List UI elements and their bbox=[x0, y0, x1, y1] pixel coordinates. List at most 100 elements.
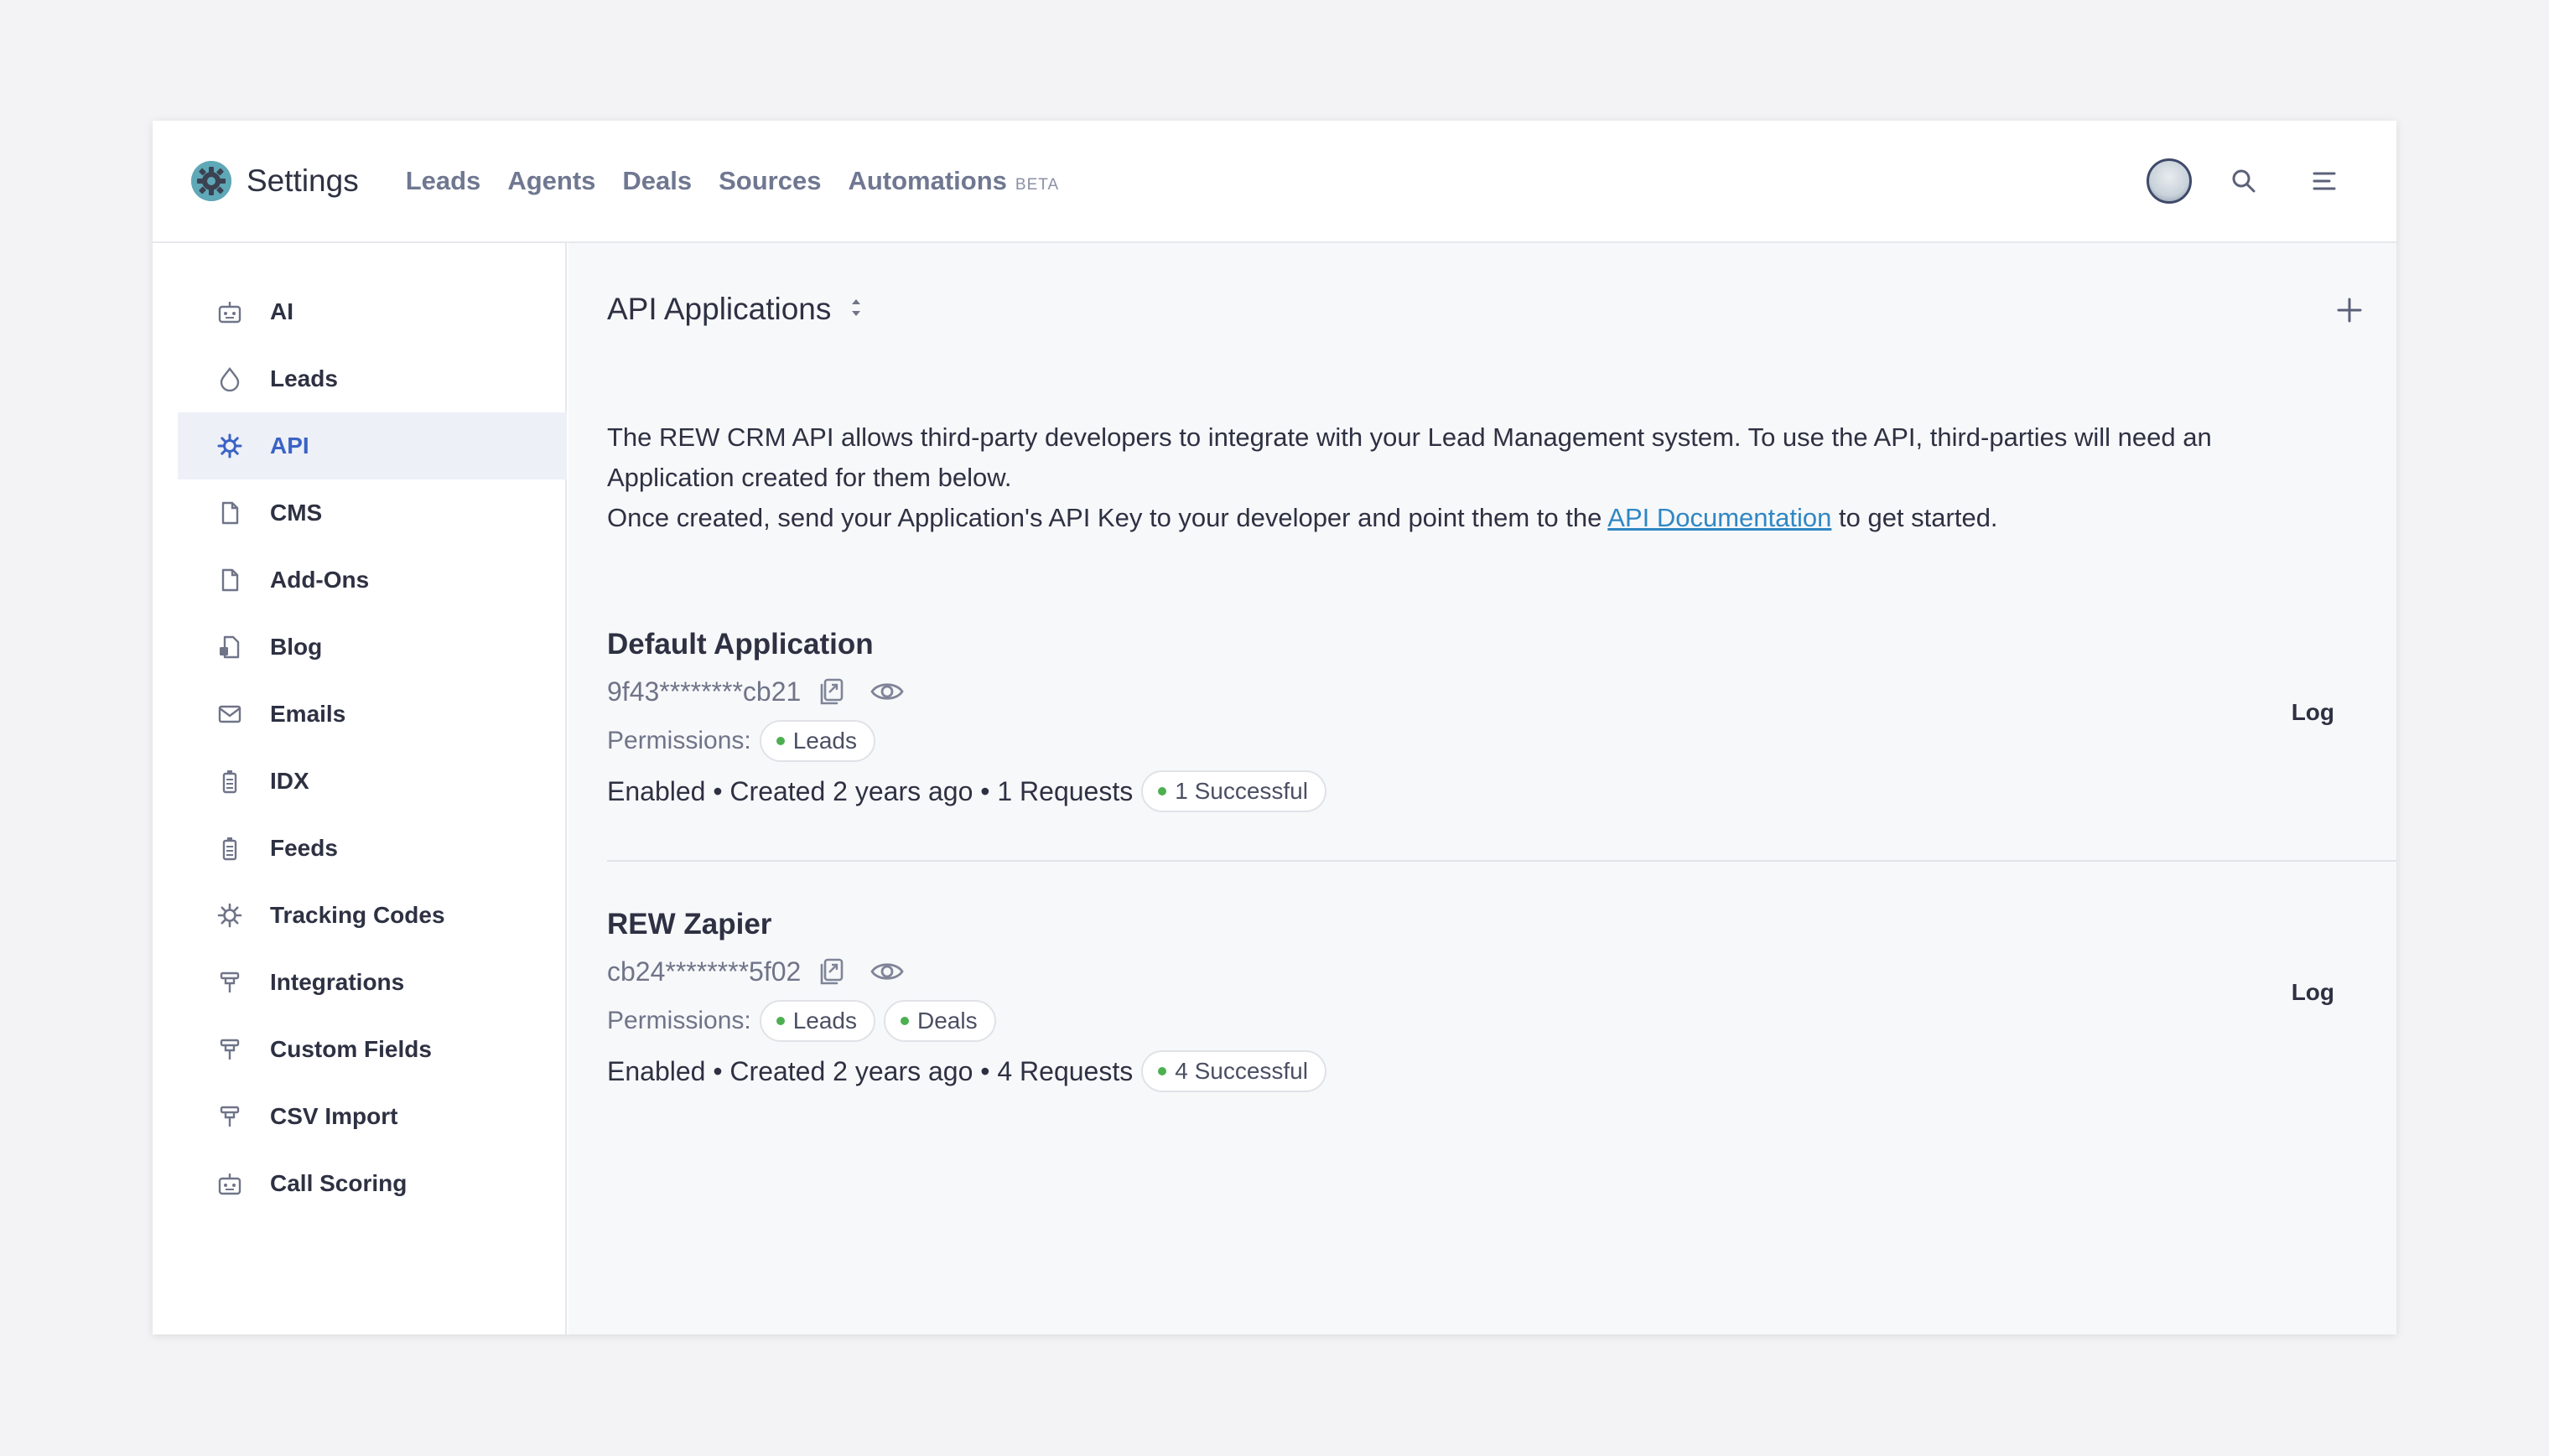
beta-badge: BETA bbox=[1015, 176, 1060, 194]
plug-icon bbox=[216, 1103, 243, 1130]
blog-icon bbox=[216, 634, 243, 661]
sidebar-item-integrations[interactable]: Integrations bbox=[178, 949, 567, 1016]
api-key-row: 9f43********cb21 bbox=[607, 667, 2396, 716]
eye-icon[interactable] bbox=[870, 679, 905, 704]
api-key: cb24********5f02 bbox=[607, 956, 802, 987]
menu-icon[interactable] bbox=[2306, 163, 2343, 199]
application-name: Default Application bbox=[607, 628, 874, 661]
sidebar-item-add-ons[interactable]: Add-Ons bbox=[178, 547, 567, 614]
permission-badge: Leads bbox=[759, 720, 876, 762]
success-badge: 4 Successful bbox=[1141, 1050, 1326, 1092]
sidebar-item-feeds[interactable]: Feeds bbox=[178, 815, 567, 882]
success-badge: 1 Successful bbox=[1141, 770, 1326, 812]
log-button[interactable]: Log bbox=[2292, 979, 2334, 1006]
application-card: REW Zapier cb24********5f02 Permissions:… bbox=[607, 902, 2396, 1142]
section-title: API Applications bbox=[607, 292, 832, 326]
sidebar-item-label: AI bbox=[270, 298, 293, 324]
stats-row: Enabled • Created 2 years ago • 4 Reques… bbox=[607, 1046, 2396, 1096]
status-dot bbox=[776, 1017, 785, 1025]
status-dot bbox=[776, 737, 785, 745]
main-nav: Leads Agents Deals Sources Automations BE… bbox=[406, 166, 1086, 196]
main-content: API Applications The REW CRM API allows … bbox=[568, 243, 2396, 1334]
nav-automations[interactable]: Automations BETA bbox=[848, 166, 1059, 196]
eye-icon[interactable] bbox=[870, 959, 905, 984]
nav-label: Deals bbox=[622, 166, 693, 195]
intro-line-2-after: to get started. bbox=[1831, 503, 1998, 532]
settings-sidebar: AI Leads API CMS Add-Ons Blog Emails IDX… bbox=[153, 243, 567, 1334]
application-stats: Enabled • Created 2 years ago • 4 Reques… bbox=[607, 1055, 1134, 1086]
api-key: 9f43********cb21 bbox=[607, 676, 802, 707]
top-header: Settings Leads Agents Deals Sources Auto… bbox=[153, 121, 2396, 243]
sort-icon[interactable] bbox=[849, 296, 863, 324]
permissions-label: Permissions: bbox=[607, 727, 751, 754]
nav-leads[interactable]: Leads bbox=[406, 166, 481, 196]
success-count: 1 Successful bbox=[1175, 778, 1308, 804]
section-header: API Applications bbox=[607, 292, 863, 327]
permission-label: Leads bbox=[792, 1008, 858, 1034]
log-button[interactable]: Log bbox=[2292, 699, 2334, 726]
file-icon bbox=[216, 500, 243, 526]
success-count: 4 Successful bbox=[1175, 1058, 1308, 1084]
permissions-row: Permissions: Leads Deals bbox=[607, 996, 2396, 1046]
application-name: REW Zapier bbox=[607, 908, 772, 940]
gear-icon bbox=[216, 433, 243, 459]
sidebar-item-label: Feeds bbox=[270, 835, 338, 861]
sidebar-item-label: Tracking Codes bbox=[270, 902, 445, 928]
sidebar-item-call-scoring[interactable]: Call Scoring bbox=[178, 1150, 567, 1217]
sidebar-item-custom-fields[interactable]: Custom Fields bbox=[178, 1016, 567, 1083]
application-card: Default Application 9f43********cb21 Per… bbox=[607, 622, 2396, 862]
battery-icon bbox=[216, 768, 243, 795]
sidebar-item-cms[interactable]: CMS bbox=[178, 479, 567, 547]
status-dot bbox=[901, 1017, 910, 1025]
sidebar-item-emails[interactable]: Emails bbox=[178, 681, 567, 748]
nav-label: Automations bbox=[848, 166, 1007, 195]
permissions-row: Permissions: Leads bbox=[607, 716, 2396, 766]
intro-line-2: Once created, send your Application's AP… bbox=[607, 498, 2326, 538]
plug-icon bbox=[216, 969, 243, 996]
sidebar-item-csv-import[interactable]: CSV Import bbox=[178, 1083, 567, 1150]
sidebar-item-blog[interactable]: Blog bbox=[178, 614, 567, 681]
brand[interactable]: Settings bbox=[191, 161, 359, 201]
battery-icon bbox=[216, 835, 243, 862]
permission-label: Deals bbox=[917, 1008, 978, 1034]
avatar[interactable] bbox=[2147, 158, 2192, 204]
leads-icon bbox=[216, 365, 243, 392]
sidebar-item-tracking-codes[interactable]: Tracking Codes bbox=[178, 882, 567, 949]
copy-icon[interactable] bbox=[816, 956, 848, 987]
permission-badge: Deals bbox=[884, 1000, 996, 1042]
search-icon[interactable] bbox=[2225, 163, 2262, 199]
sidebar-item-label: Leads bbox=[270, 365, 338, 391]
sidebar-item-label: CSV Import bbox=[270, 1103, 398, 1129]
api-documentation-link[interactable]: API Documentation bbox=[1607, 503, 1831, 532]
settings-logo-icon bbox=[191, 161, 231, 201]
sidebar-item-ai[interactable]: AI bbox=[178, 278, 567, 345]
status-dot bbox=[1158, 787, 1167, 795]
sidebar-item-label: Custom Fields bbox=[270, 1036, 432, 1062]
sidebar-item-label: Add-Ons bbox=[270, 567, 370, 593]
nav-agents[interactable]: Agents bbox=[507, 166, 595, 196]
plug-icon bbox=[216, 1036, 243, 1063]
nav-deals[interactable]: Deals bbox=[622, 166, 692, 196]
mail-icon bbox=[216, 701, 243, 728]
sidebar-item-label: API bbox=[270, 433, 309, 459]
permission-badge: Leads bbox=[759, 1000, 876, 1042]
page-title: Settings bbox=[247, 163, 359, 198]
nav-label: Agents bbox=[507, 166, 596, 195]
api-key-row: cb24********5f02 bbox=[607, 947, 2396, 996]
add-application-icon[interactable] bbox=[2336, 297, 2363, 328]
status-dot bbox=[1158, 1067, 1167, 1075]
sidebar-item-label: IDX bbox=[270, 768, 309, 794]
sidebar-item-api[interactable]: API bbox=[178, 412, 567, 479]
copy-icon[interactable] bbox=[816, 676, 848, 707]
nav-sources[interactable]: Sources bbox=[719, 166, 821, 196]
permissions-label: Permissions: bbox=[607, 1007, 751, 1034]
api-intro-text: The REW CRM API allows third-party devel… bbox=[607, 417, 2326, 538]
sidebar-item-label: Blog bbox=[270, 634, 323, 660]
intro-line-1: The REW CRM API allows third-party devel… bbox=[607, 422, 2212, 492]
intro-line-2-before: Once created, send your Application's AP… bbox=[607, 503, 1608, 532]
settings-window: Settings Leads Agents Deals Sources Auto… bbox=[153, 121, 2396, 1334]
nav-label: Sources bbox=[719, 166, 822, 195]
sidebar-item-label: CMS bbox=[270, 500, 323, 526]
sidebar-item-leads[interactable]: Leads bbox=[178, 345, 567, 412]
sidebar-item-idx[interactable]: IDX bbox=[178, 748, 567, 815]
